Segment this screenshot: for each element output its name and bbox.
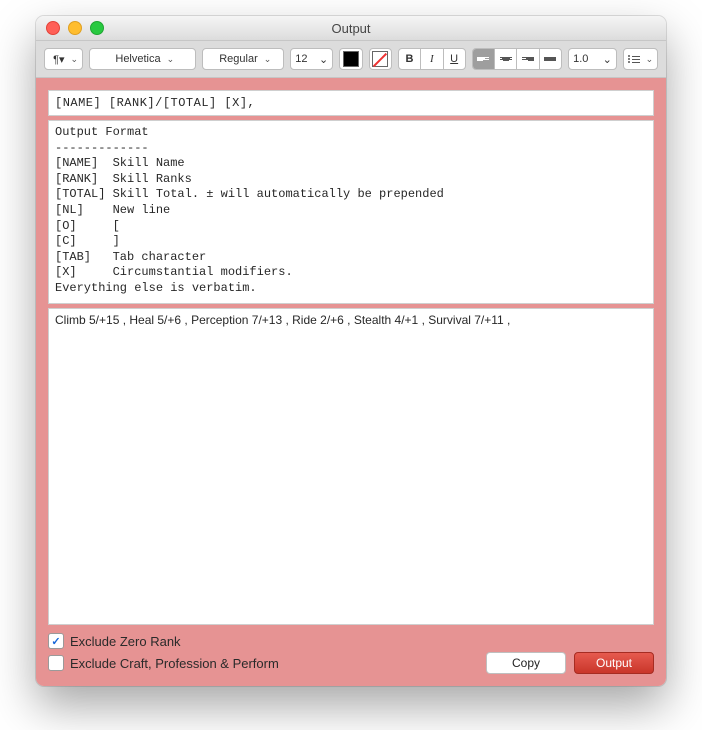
format-toolbar: ¶▾ ⌄ Helvetica ⌄ Regular ⌄ 12 ⌄ B I U bbox=[36, 41, 666, 78]
align-right-button[interactable] bbox=[517, 49, 539, 69]
font-family-value: Helvetica bbox=[115, 53, 160, 65]
italic-button[interactable]: I bbox=[421, 49, 443, 69]
format-string-field[interactable]: [NAME] [RANK]/[TOTAL] [X], bbox=[48, 90, 654, 116]
swatch-none-icon bbox=[372, 51, 388, 67]
align-center-icon bbox=[500, 57, 512, 61]
text-color-button[interactable] bbox=[339, 48, 362, 70]
content-body: [NAME] [RANK]/[TOTAL] [X], Output Format… bbox=[36, 78, 666, 686]
output-textarea[interactable]: Climb 5/+15 , Heal 5/+6 , Perception 7/+… bbox=[48, 308, 654, 625]
format-legend-text: Output Format ------------- [NAME] Skill… bbox=[55, 125, 444, 295]
paragraph-style-value: ¶▾ bbox=[53, 53, 64, 66]
list-style-select[interactable]: ⌄ bbox=[623, 48, 658, 70]
exclude-zero-rank-label: Exclude Zero Rank bbox=[70, 634, 181, 649]
font-style-select[interactable]: Regular ⌄ bbox=[202, 48, 284, 70]
output-text: Climb 5/+15 , Heal 5/+6 , Perception 7/+… bbox=[55, 313, 510, 327]
align-right-icon bbox=[522, 57, 534, 61]
align-left-button[interactable] bbox=[473, 49, 495, 69]
output-button[interactable]: Output bbox=[574, 652, 654, 674]
font-size-value: 12 bbox=[295, 53, 307, 65]
chevron-down-icon: ⌄ bbox=[167, 54, 175, 65]
chevron-down-icon: ⌄ bbox=[646, 54, 654, 65]
chevron-down-icon: ⌄ bbox=[319, 53, 328, 66]
window: Output ¶▾ ⌄ Helvetica ⌄ Regular ⌄ 12 ⌄ B… bbox=[36, 16, 666, 686]
line-spacing-stepper[interactable]: 1.0 ⌄ bbox=[568, 48, 617, 70]
swatch-black-icon bbox=[343, 51, 359, 67]
text-style-group: B I U bbox=[398, 48, 466, 70]
line-spacing-value: 1.0 bbox=[573, 53, 588, 65]
exclude-zero-rank-checkbox[interactable] bbox=[48, 633, 64, 649]
align-justify-icon bbox=[544, 57, 556, 61]
highlight-color-button[interactable] bbox=[369, 48, 392, 70]
paragraph-style-select[interactable]: ¶▾ ⌄ bbox=[44, 48, 83, 70]
window-titlebar: Output bbox=[36, 16, 666, 41]
copy-button[interactable]: Copy bbox=[486, 652, 566, 674]
exclude-craft-checkbox[interactable] bbox=[48, 655, 64, 671]
chevron-down-icon: ⌄ bbox=[71, 54, 79, 65]
footer: Exclude Zero Rank Exclude Craft, Profess… bbox=[48, 633, 654, 674]
align-justify-button[interactable] bbox=[540, 49, 561, 69]
chevron-down-icon: ⌄ bbox=[264, 54, 272, 65]
align-left-icon bbox=[477, 57, 489, 61]
alignment-group bbox=[472, 48, 562, 70]
font-style-value: Regular bbox=[219, 53, 258, 65]
window-title: Output bbox=[36, 21, 666, 36]
bold-button[interactable]: B bbox=[399, 49, 421, 69]
align-center-button[interactable] bbox=[495, 49, 517, 69]
underline-button[interactable]: U bbox=[444, 49, 465, 69]
format-legend: Output Format ------------- [NAME] Skill… bbox=[48, 120, 654, 304]
font-size-stepper[interactable]: 12 ⌄ bbox=[290, 48, 333, 70]
chevron-down-icon: ⌄ bbox=[603, 53, 612, 66]
exclude-craft-label: Exclude Craft, Profession & Perform bbox=[70, 656, 279, 671]
font-family-select[interactable]: Helvetica ⌄ bbox=[89, 48, 196, 70]
format-string-value: [NAME] [RANK]/[TOTAL] [X], bbox=[55, 96, 255, 110]
list-icon bbox=[628, 55, 640, 63]
